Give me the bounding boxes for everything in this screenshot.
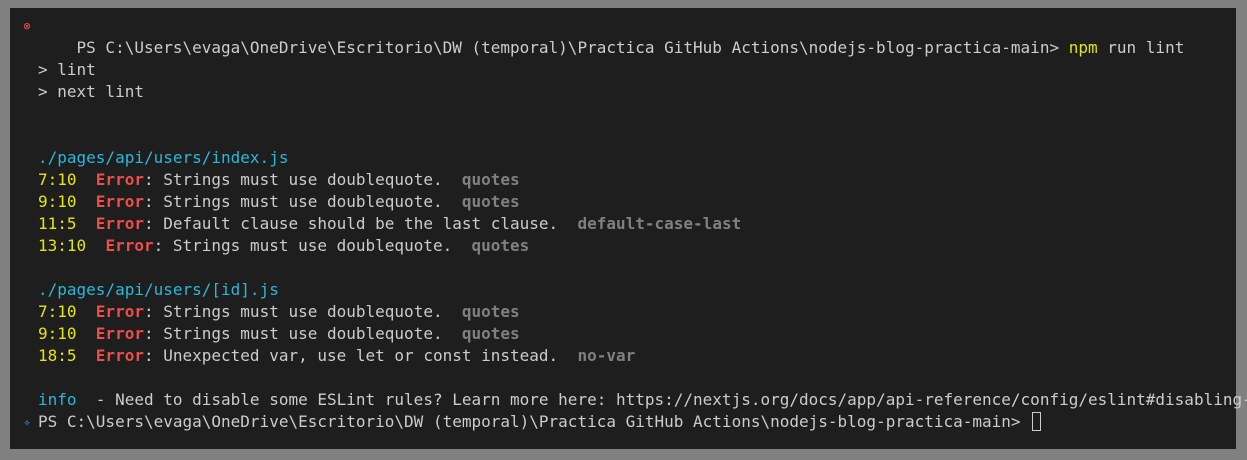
info-message: - Need to disable some ESLint rules? Lea… xyxy=(76,390,1247,409)
error-circle-icon[interactable]: ⊗ xyxy=(20,15,34,37)
error-message: : Strings must use doublequote. xyxy=(153,236,453,255)
command-args: run lint xyxy=(1107,38,1185,57)
rule-name: no-var xyxy=(577,346,636,365)
command-bin: npm xyxy=(1068,38,1098,57)
error-location: 18:5 xyxy=(38,346,77,365)
text-cursor xyxy=(1032,412,1042,431)
error-label: Error xyxy=(95,324,144,343)
rule-name: quotes xyxy=(461,324,520,343)
error-location: 7:10 xyxy=(38,170,77,189)
error-location: 11:5 xyxy=(38,214,77,233)
script-line: > lint xyxy=(38,60,96,79)
script-line: > next lint xyxy=(38,82,144,101)
error-location: 7:10 xyxy=(38,302,77,321)
rule-name: quotes xyxy=(461,170,520,189)
error-message: : Strings must use doublequote. xyxy=(143,302,443,321)
terminal-panel[interactable]: ⊗ PS C:\Users\evaga\OneDrive\Escritorio\… xyxy=(10,8,1247,449)
error-label: Error xyxy=(95,170,144,189)
error-location: 9:10 xyxy=(38,192,77,211)
error-message: : Strings must use doublequote. xyxy=(143,192,443,211)
lint-file-path: ./pages/api/users/[id].js xyxy=(38,280,279,299)
prompt-text: PS C:\Users\evaga\OneDrive\Escritorio\DW… xyxy=(76,38,1060,57)
error-location: 13:10 xyxy=(38,236,87,255)
lint-error-row: 9:10 Error: Strings must use doublequote… xyxy=(38,191,520,213)
error-message: : Unexpected var, use let or const inste… xyxy=(143,346,559,365)
error-label: Error xyxy=(95,214,144,233)
rule-name: quotes xyxy=(461,192,520,211)
lint-error-row: 11:5 Error: Default clause should be the… xyxy=(38,213,741,235)
error-message: : Strings must use doublequote. xyxy=(143,324,443,343)
lint-error-row: 9:10 Error: Strings must use doublequote… xyxy=(38,323,520,345)
rule-name: quotes xyxy=(461,302,520,321)
error-label: Error xyxy=(95,302,144,321)
lint-error-row: 7:10 Error: Strings must use doublequote… xyxy=(38,301,520,323)
info-line: info - Need to disable some ESLint rules… xyxy=(38,389,1247,411)
rule-name: quotes xyxy=(471,236,530,255)
sparkle-icon[interactable]: ✧ xyxy=(20,411,34,433)
info-label: info xyxy=(38,390,77,409)
lint-error-row: 13:10 Error: Strings must use doublequot… xyxy=(38,235,529,257)
rule-name: default-case-last xyxy=(577,214,742,233)
lint-error-row: 7:10 Error: Strings must use doublequote… xyxy=(38,169,520,191)
error-label: Error xyxy=(95,346,144,365)
lint-error-row: 18:5 Error: Unexpected var, use let or c… xyxy=(38,345,635,367)
command-line: PS C:\Users\evaga\OneDrive\Escritorio\DW… xyxy=(38,15,1185,57)
prompt-text: PS C:\Users\evaga\OneDrive\Escritorio\DW… xyxy=(38,412,1021,431)
lint-file-path: ./pages/api/users/index.js xyxy=(38,148,289,167)
error-location: 9:10 xyxy=(38,324,77,343)
error-message: : Strings must use doublequote. xyxy=(143,170,443,189)
final-prompt-line[interactable]: PS C:\Users\evaga\OneDrive\Escritorio\DW… xyxy=(38,411,1042,433)
error-label: Error xyxy=(95,192,144,211)
error-message: : Default clause should be the last clau… xyxy=(143,214,559,233)
error-label: Error xyxy=(105,236,154,255)
